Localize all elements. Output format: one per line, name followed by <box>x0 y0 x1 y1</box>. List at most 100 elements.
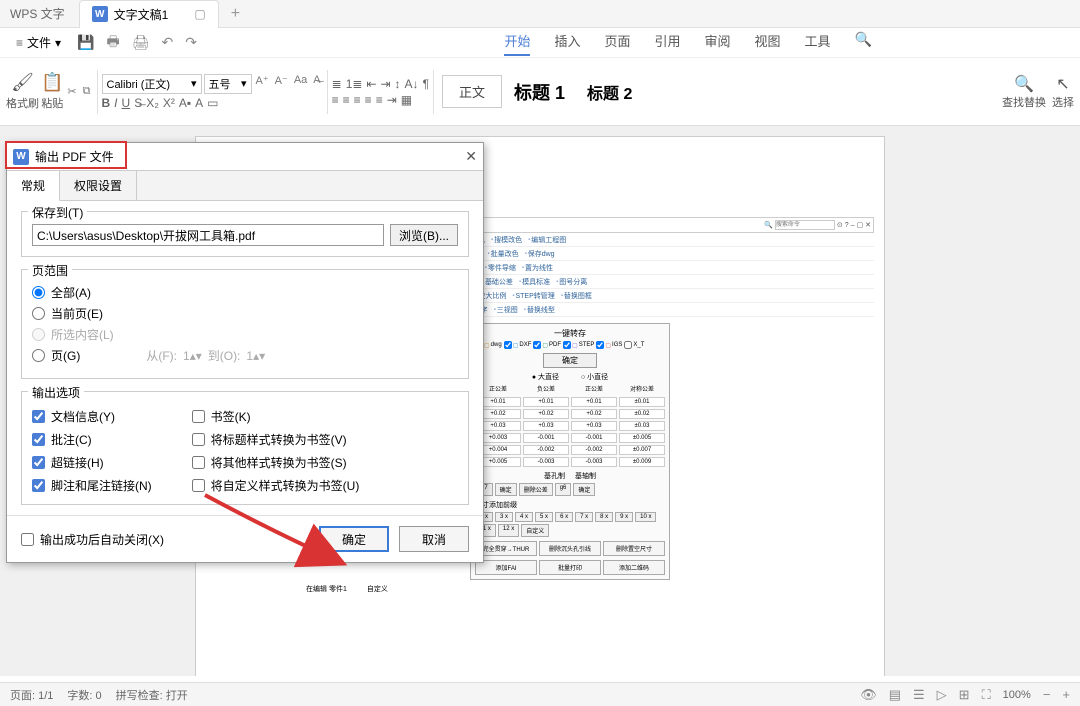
clear-format-icon[interactable]: A̶ <box>311 74 322 94</box>
italic-icon[interactable]: I <box>114 96 117 110</box>
prefix-button[interactable]: 9 x <box>615 512 633 522</box>
sub-icon[interactable]: X₂ <box>146 96 159 110</box>
web-layout-icon[interactable]: ⊞ <box>959 687 970 703</box>
chk-hyperlink[interactable]: 超链接(H) <box>32 454 152 471</box>
border-icon[interactable]: ▦ <box>401 93 412 107</box>
tolerance-cell[interactable]: -0.002 <box>523 445 569 455</box>
decrease-font-icon[interactable]: A⁻ <box>273 74 290 94</box>
prefix-button[interactable]: 7 x <box>575 512 593 522</box>
prefix-button[interactable]: 8 x <box>595 512 613 522</box>
tolerance-cell[interactable]: +0.02 <box>571 409 617 419</box>
redo-icon[interactable]: ↷ <box>181 34 201 51</box>
tab-general[interactable]: 常规 <box>7 171 60 201</box>
spacing-icon[interactable]: ↕ <box>395 77 401 91</box>
status-spell[interactable]: 拼写检查: 打开 <box>116 687 188 703</box>
tab-icon[interactable]: ⇥ <box>387 93 397 107</box>
close-icon[interactable]: ✕ <box>465 148 477 165</box>
tolerance-cell[interactable]: +0.03 <box>523 421 569 431</box>
tolerance-cell[interactable]: -0.001 <box>571 433 617 443</box>
copy-icon[interactable]: ⧉ <box>81 85 93 98</box>
tolerance-cell[interactable]: ±0.03 <box>619 421 665 431</box>
tab-start[interactable]: 开始 <box>504 31 530 54</box>
search-icon[interactable]: 🔍 <box>855 31 872 54</box>
play-icon[interactable]: ▷ <box>937 687 947 703</box>
eye-icon[interactable]: 👁 <box>860 687 877 703</box>
highlight-icon[interactable]: A▪ <box>179 96 191 110</box>
tolerance-cell[interactable]: +0.02 <box>523 409 569 419</box>
style-heading2[interactable]: 标题 2 <box>577 80 642 104</box>
tolerance-cell[interactable]: -0.003 <box>523 457 569 467</box>
tolerance-cell[interactable]: ±0.02 <box>619 409 665 419</box>
print-icon[interactable]: 🖶 <box>103 31 124 55</box>
chk-close-after[interactable]: 输出成功后自动关闭(X) <box>21 531 164 548</box>
tab-restore-icon[interactable]: ▢ <box>194 7 205 21</box>
prefix-button[interactable]: 10 x <box>635 512 656 522</box>
toolbox-ok-button[interactable]: 确定 <box>543 353 597 368</box>
tolerance-cell[interactable]: ±0.01 <box>619 397 665 407</box>
distribute-icon[interactable]: ≡ <box>376 93 383 107</box>
font-color-icon[interactable]: A <box>195 96 203 110</box>
tab-reference[interactable]: 引用 <box>655 31 681 54</box>
paste-button[interactable]: 📋 粘贴 <box>41 72 63 111</box>
style-heading1[interactable]: 标题 1 <box>504 79 575 105</box>
chk-heading-bookmark[interactable]: 将标题样式转换为书签(V) <box>192 431 360 448</box>
toolbox-search[interactable] <box>775 220 835 230</box>
tolerance-cell[interactable]: -0.001 <box>523 433 569 443</box>
from-spin[interactable]: 1▴▾ <box>183 349 202 363</box>
find-replace-button[interactable]: 🔍 查找替换 <box>1002 74 1046 110</box>
change-case-icon[interactable]: Aa <box>292 74 309 94</box>
zoom-out-icon[interactable]: − <box>1043 687 1051 702</box>
shading-icon[interactable]: ▭ <box>207 96 218 110</box>
cancel-button[interactable]: 取消 <box>399 526 469 552</box>
align-center-icon[interactable]: ≡ <box>343 93 350 107</box>
tab-view[interactable]: 视图 <box>755 31 781 54</box>
chk-comment[interactable]: 批注(C) <box>32 431 152 448</box>
font-size-select[interactable]: 五号▾ <box>204 74 252 94</box>
bold-icon[interactable]: B <box>102 96 111 110</box>
prefix-button[interactable]: 5 x <box>535 512 553 522</box>
increase-font-icon[interactable]: A⁺ <box>254 74 271 94</box>
status-words[interactable]: 字数: 0 <box>67 687 101 703</box>
tolerance-cell[interactable]: ±0.007 <box>619 445 665 455</box>
radio-current[interactable]: 当前页(E) <box>32 305 458 322</box>
tolerance-cell[interactable]: -0.002 <box>571 445 617 455</box>
chk-other-bookmark[interactable]: 将其他样式转换为书签(S) <box>192 454 360 471</box>
tab-tools[interactable]: 工具 <box>805 31 831 54</box>
chk-custom-bookmark[interactable]: 将自定义样式转换为书签(U) <box>192 477 360 494</box>
prefix-button[interactable]: 自定义 <box>521 524 549 537</box>
document-tab[interactable]: W 文字文稿1 ▢ <box>79 0 219 28</box>
chk-bookmark[interactable]: 书签(K) <box>192 408 360 425</box>
bullets-icon[interactable]: ≣ <box>332 77 342 91</box>
select-button[interactable]: ↖ 选择 <box>1052 74 1074 110</box>
prefix-button[interactable]: 3 x <box>495 512 513 522</box>
save-path-input[interactable] <box>32 224 384 246</box>
prefix-button[interactable]: 6 x <box>555 512 573 522</box>
prefix-button[interactable]: 12 x <box>498 524 519 537</box>
dialog-titlebar[interactable]: W 输出 PDF 文件 ✕ <box>7 143 483 171</box>
sup-icon[interactable]: X² <box>163 96 175 110</box>
prefix-button[interactable]: 4 x <box>515 512 533 522</box>
font-family-select[interactable]: Calibri (正文)▾ <box>102 74 202 94</box>
tab-page[interactable]: 页面 <box>604 31 630 54</box>
indent-inc-icon[interactable]: ⇥ <box>380 77 390 91</box>
ok-button[interactable]: 确定 <box>319 526 389 552</box>
marks-icon[interactable]: ¶ <box>423 77 429 91</box>
cut-icon[interactable]: ✂ <box>65 85 78 98</box>
radio-all[interactable]: 全部(A) <box>32 284 458 301</box>
justify-icon[interactable]: ≡ <box>365 93 372 107</box>
numbering-icon[interactable]: 1≣ <box>346 77 363 91</box>
zoom-level[interactable]: 100% <box>1003 689 1031 701</box>
tolerance-cell[interactable]: +0.01 <box>523 397 569 407</box>
format-painter-button[interactable]: 🖌 格式刷 <box>6 72 39 111</box>
fullscreen-icon[interactable]: ⛶ <box>982 687 991 703</box>
add-tab-button[interactable]: + <box>219 5 252 23</box>
undo-icon[interactable]: ↶ <box>158 34 178 51</box>
browse-button[interactable]: 浏览(B)... <box>390 224 458 246</box>
tolerance-cell[interactable]: ±0.005 <box>619 433 665 443</box>
tab-insert[interactable]: 插入 <box>554 31 580 54</box>
print-preview-icon[interactable]: 🖨 <box>128 34 154 51</box>
indent-dec-icon[interactable]: ⇤ <box>366 77 376 91</box>
page-layout-icon[interactable]: ▤ <box>889 687 901 703</box>
tolerance-cell[interactable]: -0.003 <box>571 457 617 467</box>
radio-pages[interactable]: 页(G) 从(F): 1▴▾ 到(O): 1▴▾ <box>32 347 458 364</box>
